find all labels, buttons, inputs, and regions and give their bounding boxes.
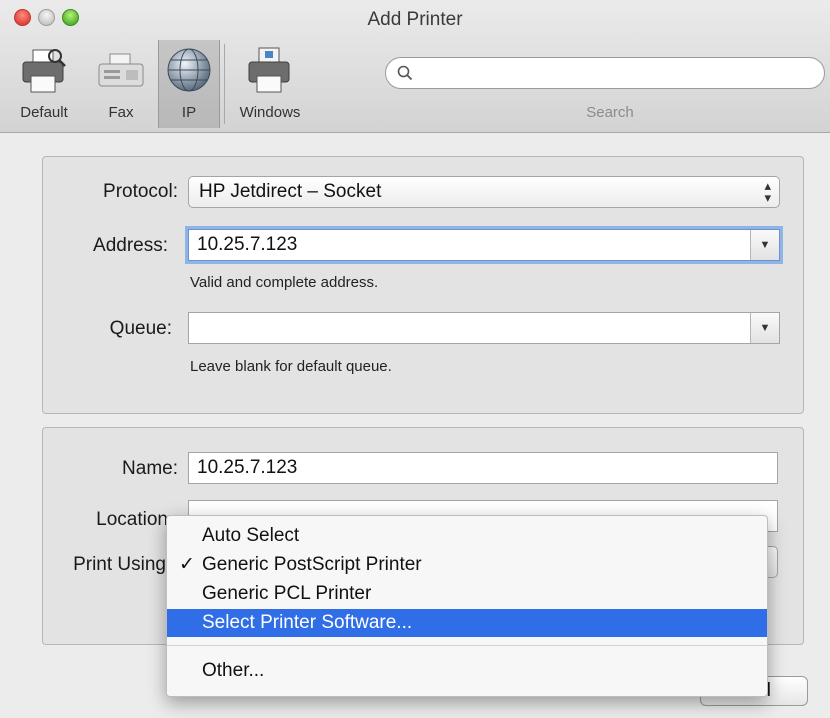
globe-icon [165, 46, 213, 99]
default-printer-icon [19, 46, 69, 101]
window-title: Add Printer [367, 9, 463, 30]
windows-printer-icon [245, 46, 295, 101]
queue-input[interactable] [189, 313, 749, 343]
toolbar-ip-label: IP [181, 104, 197, 121]
print-using-label: Print Using [73, 554, 166, 575]
queue-combo[interactable]: ▼ [188, 312, 780, 344]
address-label: Address: [93, 235, 168, 256]
protocol-popup[interactable]: HP Jetdirect – Socket ▴ ▾ [188, 176, 780, 208]
menu-item-label: Generic PostScript Printer [202, 554, 422, 575]
toolbar-ip-button[interactable]: IP [158, 40, 220, 128]
menu-item-auto-select[interactable]: Auto Select [167, 522, 767, 550]
toolbar-windows-label: Windows [239, 104, 301, 121]
search-label: Search [586, 104, 634, 121]
search-field [385, 57, 825, 89]
toolbar-default-button[interactable]: Default [0, 40, 88, 128]
add-printer-window: Add Printer Default Fax IP Windows Searc… [0, 0, 830, 718]
name-label: Name: [122, 458, 178, 479]
toolbar-divider [224, 44, 225, 124]
menu-item-other[interactable]: Other... [167, 657, 767, 685]
search-input[interactable] [385, 57, 825, 89]
queue-label: Queue: [109, 318, 172, 339]
address-input[interactable] [189, 230, 749, 260]
menu-item-label: Auto Select [202, 525, 300, 546]
menu-item-generic-pcl[interactable]: Generic PCL Printer [167, 580, 767, 608]
menu-item-label: Generic PCL Printer [202, 583, 372, 604]
toolbar-default-label: Default [20, 104, 68, 121]
address-hint: Valid and complete address. [190, 274, 379, 291]
chevron-down-icon[interactable]: ▼ [750, 313, 779, 343]
fax-icon [96, 46, 146, 101]
toolbar-windows-button[interactable]: Windows [228, 40, 312, 128]
toolbar-fax-label: Fax [108, 104, 134, 121]
address-combo[interactable]: ▼ [188, 229, 780, 261]
checkmark-icon: ✓ [179, 554, 195, 575]
protocol-label: Protocol: [103, 181, 178, 202]
queue-hint: Leave blank for default queue. [190, 358, 392, 375]
menu-item-select-printer-software[interactable]: Select Printer Software... [167, 609, 767, 637]
menu-separator [167, 645, 767, 646]
location-label: Location [96, 509, 168, 530]
print-using-menu: Auto Select ✓ Generic PostScript Printer… [166, 515, 768, 697]
menu-item-label: Other... [202, 660, 265, 681]
menu-item-generic-postscript[interactable]: ✓ Generic PostScript Printer [167, 551, 767, 579]
up-down-arrows-icon: ▴ ▾ [764, 178, 771, 205]
toolbar-area: Add Printer Default Fax IP Windows Searc… [0, 0, 830, 133]
name-field[interactable] [188, 452, 778, 484]
toolbar-fax-button[interactable]: Fax [90, 40, 152, 128]
menu-item-label: Select Printer Software... [202, 612, 413, 633]
protocol-value: HP Jetdirect – Socket [199, 181, 382, 202]
chevron-down-icon[interactable]: ▼ [750, 230, 779, 260]
search-icon [397, 65, 413, 86]
